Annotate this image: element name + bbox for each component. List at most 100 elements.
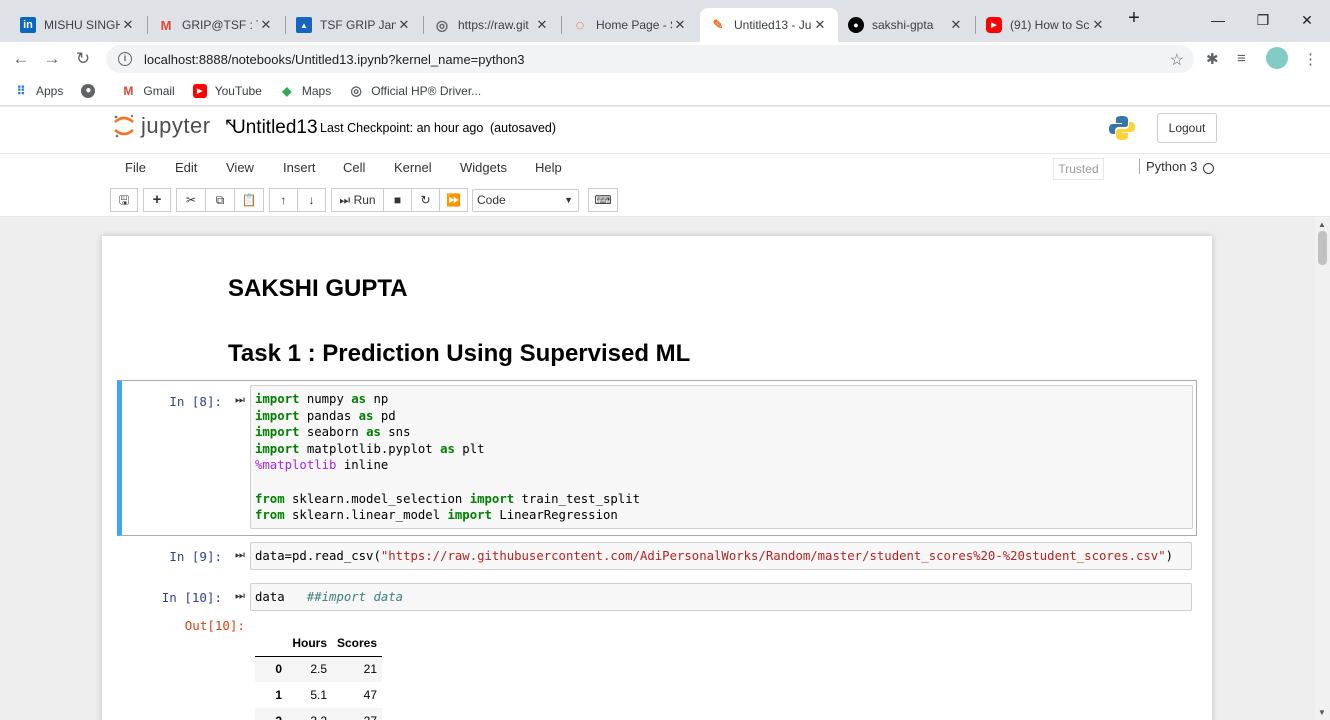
bookmark-maps[interactable]: ◆ Maps	[280, 84, 331, 98]
code-input[interactable]: import numpy as np import pandas as pd i…	[250, 385, 1193, 529]
github-icon: ●	[848, 17, 864, 33]
code-input[interactable]: data=pd.read_csv("https://raw.githubuser…	[250, 542, 1192, 570]
reload-icon[interactable]: ↻	[70, 46, 96, 72]
scrollbar-thumb[interactable]	[1318, 231, 1327, 265]
url-text[interactable]: localhost:8888/notebooks/Untitled13.ipyn…	[144, 52, 525, 67]
globe-icon: ◎	[350, 82, 362, 98]
notebook-name[interactable]: Untitled13	[232, 117, 318, 139]
menu-widgets[interactable]: Widgets	[460, 160, 507, 175]
browser-tab[interactable]: ● sakshi-gpta ✕	[838, 8, 974, 42]
bookmark-apps[interactable]: ⠿ Apps	[14, 84, 64, 98]
run-cell-icon[interactable]: ⏭	[235, 394, 245, 407]
minimize-icon[interactable]: —	[1203, 8, 1233, 32]
fast-forward-icon[interactable]: ⏩	[439, 188, 468, 212]
cell-type-select[interactable]: Code ▼	[472, 189, 579, 212]
forward-icon[interactable]: →	[39, 46, 65, 72]
chevron-down-icon: ▼	[564, 195, 573, 205]
extensions-icon[interactable]: ✱	[1206, 50, 1219, 68]
run-button[interactable]: ⏭ Run	[331, 188, 384, 212]
bookmark-web[interactable]: ●	[81, 83, 103, 98]
bookmark-label: Gmail	[143, 83, 175, 98]
input-prompt: In [9]:	[169, 549, 222, 564]
scroll-up-icon[interactable]: ▲	[1318, 220, 1326, 229]
menu-view[interactable]: View	[226, 160, 254, 175]
scroll-down-icon[interactable]: ▼	[1318, 708, 1326, 717]
code-cell[interactable]: In [9]: ⏭ data=pd.read_csv("https://raw.…	[117, 542, 1197, 579]
info-icon[interactable]: i	[118, 52, 132, 66]
browser-tab[interactable]: ◌ Home Page - S ✕	[562, 8, 698, 42]
run-icon: ⏭	[339, 193, 351, 207]
tab-title: GRIP@TSF : Ta	[182, 18, 258, 32]
browser-tab[interactable]: ▶ (91) How to Sc ✕	[976, 8, 1116, 42]
python-logo-icon	[1109, 116, 1135, 140]
kernel-name[interactable]: Python 3	[1139, 159, 1197, 174]
tab-title: (91) How to Sc	[1010, 18, 1090, 32]
close-icon[interactable]: ✕	[1090, 17, 1106, 33]
close-icon[interactable]: ✕	[534, 17, 550, 33]
heading-author: SAKSHI GUPTA	[228, 275, 408, 302]
restart-icon[interactable]: ↻	[411, 188, 440, 212]
save-icon[interactable]: 🖫	[110, 188, 138, 212]
browser-tab[interactable]: M GRIP@TSF : Ta ✕	[148, 8, 284, 42]
close-icon[interactable]: ✕	[120, 17, 136, 33]
menu-dots-icon[interactable]: ⋮	[1303, 50, 1318, 68]
linkedin-icon: in	[20, 17, 36, 33]
close-icon[interactable]: ✕	[672, 17, 688, 33]
bookmark-youtube[interactable]: ▶ YouTube	[192, 83, 262, 98]
close-icon[interactable]: ✕	[396, 17, 412, 33]
restore-icon[interactable]: ❐	[1248, 8, 1278, 32]
row-index: 1	[275, 688, 282, 702]
move-up-icon[interactable]: ↑	[269, 188, 298, 212]
back-icon[interactable]: ←	[8, 46, 34, 72]
close-icon[interactable]: ✕	[258, 17, 274, 33]
table-row: 2 3.2 27	[255, 708, 383, 720]
table-row: 1 5.1 47	[255, 682, 382, 708]
bookmark-hp[interactable]: ◎ Official HP® Driver...	[349, 82, 482, 98]
menu-insert[interactable]: Insert	[283, 160, 316, 175]
run-label: Run	[353, 193, 376, 207]
table-cell: 27	[332, 708, 382, 720]
menu-help[interactable]: Help	[535, 160, 562, 175]
add-cell-icon[interactable]: +	[143, 188, 171, 212]
keyboard-icon[interactable]: ⌨	[588, 188, 618, 212]
close-icon[interactable]: ✕	[948, 17, 964, 33]
page-scrollbar[interactable]: ▲ ▼	[1315, 217, 1330, 720]
browser-tab[interactable]: ▲ TSF GRIP Jan'2 ✕	[286, 8, 422, 42]
run-cell-icon[interactable]: ⏭	[235, 590, 245, 603]
input-prompt: In [10]:	[161, 590, 222, 605]
new-tab-button[interactable]: +	[1119, 6, 1149, 30]
menu-file[interactable]: File	[125, 160, 146, 175]
menu-edit[interactable]: Edit	[175, 160, 197, 175]
code-input[interactable]: data ##import data	[250, 583, 1192, 611]
paste-icon[interactable]: 📋	[234, 188, 264, 212]
code-cell[interactable]: In [10]: ⏭ data ##import data Out[10]: H…	[117, 583, 1197, 720]
cut-icon[interactable]: ✂	[176, 188, 206, 212]
media-icon[interactable]: ≡	[1237, 50, 1246, 67]
browser-tab[interactable]: ◎ https://raw.git ✕	[424, 8, 560, 42]
kernel-idle-icon	[1203, 163, 1214, 174]
cell-type-value: Code	[477, 193, 506, 207]
trusted-indicator[interactable]: Trusted	[1053, 158, 1104, 180]
url-bar[interactable]: i localhost:8888/notebooks/Untitled13.ip…	[106, 45, 1194, 73]
menu-cell[interactable]: Cell	[343, 160, 365, 175]
move-down-icon[interactable]: ↓	[297, 188, 326, 212]
menu-kernel[interactable]: Kernel	[394, 160, 432, 175]
close-window-icon[interactable]: ✕	[1292, 8, 1322, 32]
close-icon[interactable]: ✕	[812, 17, 828, 33]
tsf-icon: ▲	[296, 17, 312, 33]
run-cell-icon[interactable]: ⏭	[235, 549, 245, 562]
bookmark-star-icon[interactable]: ☆	[1170, 50, 1184, 70]
code-cell-selected[interactable]: In [8]: ⏭ import numpy as np import pand…	[117, 380, 1197, 536]
notebook-container: SAKSHI GUPTA Task 1 : Prediction Using S…	[102, 236, 1212, 720]
stop-icon[interactable]: ■	[383, 188, 412, 212]
profile-avatar[interactable]	[1266, 47, 1288, 69]
tab-title: MISHU SINGH	[44, 18, 120, 32]
bookmark-gmail[interactable]: M Gmail	[121, 84, 174, 98]
copy-icon[interactable]: ⧉	[205, 188, 235, 212]
jupyter-logo[interactable]: jupyter	[113, 113, 211, 139]
heading-task: Task 1 : Prediction Using Supervised ML	[228, 340, 691, 367]
tab-title: sakshi-gpta	[872, 18, 934, 32]
logout-button[interactable]: Logout	[1157, 113, 1217, 143]
browser-tab[interactable]: in MISHU SINGH ✕	[10, 8, 146, 42]
browser-tab-active[interactable]: ✎ Untitled13 - Ju ✕	[700, 8, 838, 42]
